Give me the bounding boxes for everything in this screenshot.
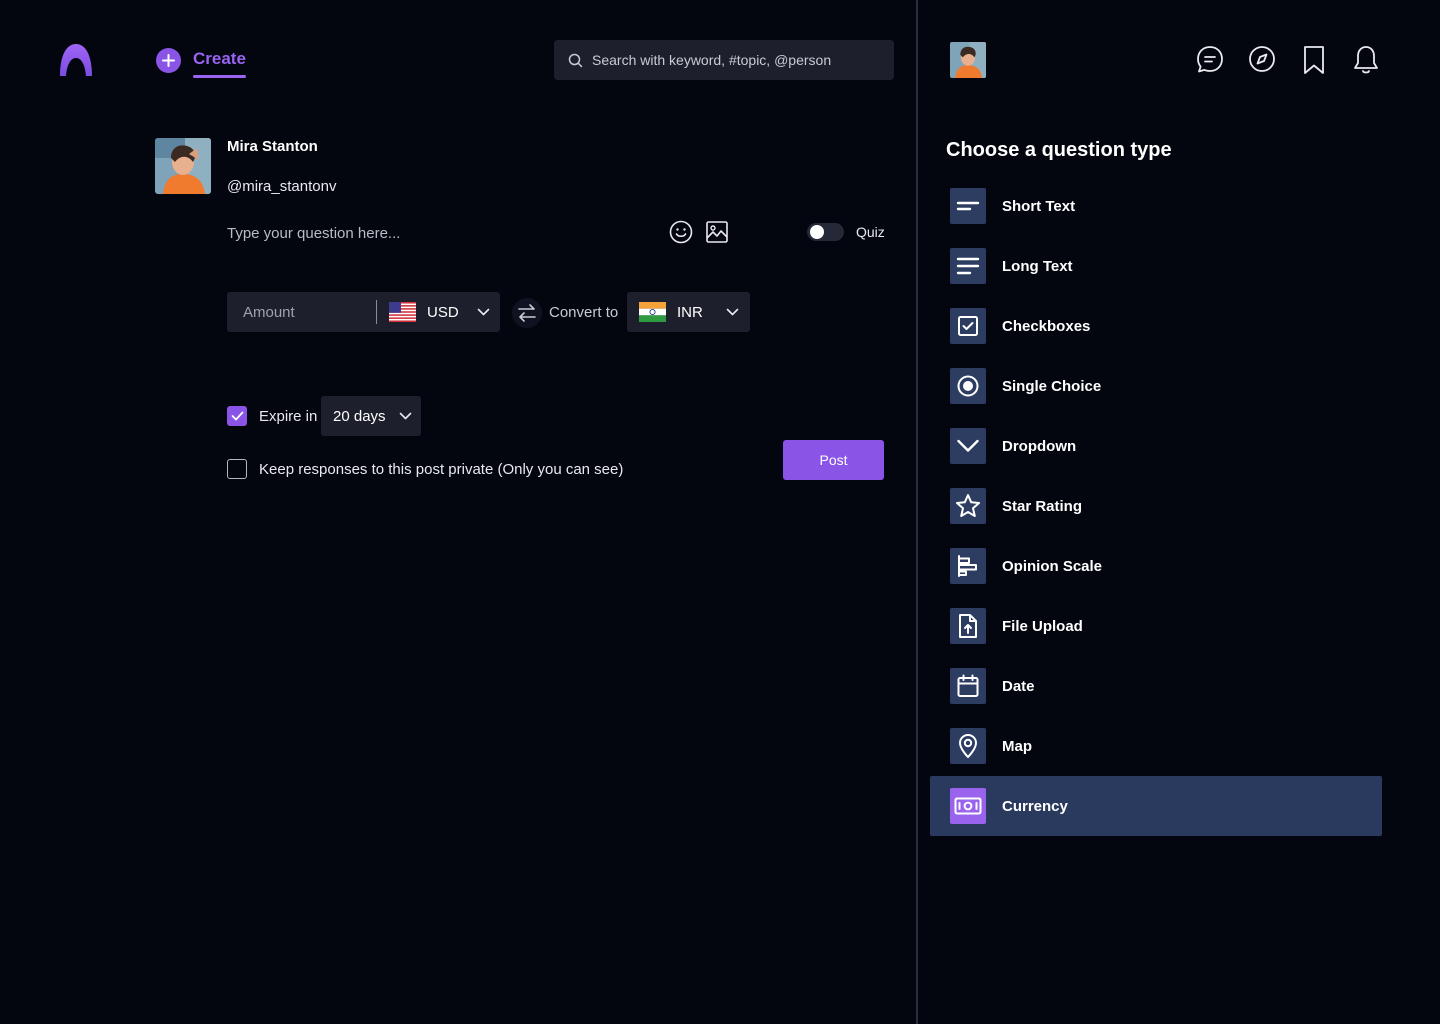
us-flag-icon	[389, 302, 416, 322]
user-handle: @mira_stantonv	[227, 178, 337, 195]
question-type-label: File Upload	[1002, 617, 1083, 635]
expire-days-value: 20 days	[333, 407, 386, 425]
chevron-down-icon	[477, 308, 490, 316]
question-type-list: Short Text Long Text Checkboxes Single C…	[930, 176, 1382, 836]
question-type-label: Long Text	[1002, 257, 1073, 275]
question-type-label: Currency	[1002, 797, 1068, 815]
bell-icon[interactable]	[1352, 44, 1380, 76]
amount-input[interactable]	[243, 292, 373, 332]
question-type-opinion-scale[interactable]: Opinion Scale	[930, 536, 1382, 596]
user-name: Mira Stanton	[227, 138, 318, 155]
currency-icon	[950, 788, 986, 824]
messages-icon[interactable]	[1196, 44, 1224, 76]
map-pin-icon	[950, 728, 986, 764]
convert-to-label: Convert to	[549, 304, 619, 321]
to-currency-inner: INR	[639, 302, 739, 322]
plus-icon	[156, 48, 181, 73]
chevron-down-icon	[726, 308, 739, 316]
user-avatar[interactable]	[155, 138, 211, 194]
expire-checkbox[interactable]	[227, 406, 247, 426]
question-type-currency[interactable]: Currency	[930, 776, 1382, 836]
star-icon	[950, 488, 986, 524]
panel-divider	[916, 0, 918, 1024]
question-type-label: Short Text	[1002, 197, 1076, 215]
question-type-single-choice[interactable]: Single Choice	[930, 356, 1382, 416]
question-type-checkboxes[interactable]: Checkboxes	[930, 296, 1382, 356]
radio-icon	[950, 368, 986, 404]
post-button[interactable]: Post	[783, 440, 884, 480]
question-type-dropdown[interactable]: Dropdown	[930, 416, 1382, 476]
question-type-label: Checkboxes	[1002, 317, 1091, 335]
search-icon	[568, 53, 583, 68]
question-type-title: Choose a question type	[946, 139, 1172, 161]
question-type-label: Opinion Scale	[1002, 557, 1103, 575]
quiz-label: Quiz	[856, 224, 885, 240]
amount-separator	[376, 300, 377, 324]
question-input[interactable]	[227, 222, 647, 244]
question-type-label: Date	[1002, 677, 1035, 695]
question-type-short-text[interactable]: Short Text	[930, 176, 1382, 236]
profile-avatar[interactable]	[950, 42, 986, 78]
question-type-date[interactable]: Date	[930, 656, 1382, 716]
scale-icon	[950, 548, 986, 584]
quiz-toggle[interactable]	[807, 223, 844, 241]
compass-icon[interactable]	[1248, 44, 1276, 76]
swap-icon[interactable]	[512, 298, 542, 328]
from-currency-select[interactable]: USD	[389, 302, 490, 322]
question-type-label: Star Rating	[1002, 497, 1083, 515]
search-input[interactable]	[592, 52, 882, 68]
private-checkbox[interactable]	[227, 459, 247, 479]
search-bar[interactable]	[554, 40, 894, 80]
india-flag-icon	[639, 302, 666, 322]
amount-field-group: USD	[227, 292, 500, 332]
bookmark-icon[interactable]	[1302, 44, 1326, 76]
expire-days-select[interactable]: 20 days	[321, 396, 421, 436]
question-type-long-text[interactable]: Long Text	[930, 236, 1382, 296]
private-label: Keep responses to this post private (Onl…	[259, 461, 624, 478]
question-type-label: Map	[1002, 737, 1032, 755]
expire-label: Expire in	[259, 408, 318, 425]
from-currency-code: USD	[427, 303, 459, 321]
question-type-label: Dropdown	[1002, 437, 1077, 455]
question-type-label: Single Choice	[1002, 377, 1102, 395]
question-type-star-rating[interactable]: Star Rating	[930, 476, 1382, 536]
create-label: Create	[193, 49, 246, 78]
create-button[interactable]: Create	[156, 48, 246, 78]
calendar-icon	[950, 668, 986, 704]
app-logo[interactable]	[58, 42, 94, 78]
file-upload-icon	[950, 608, 986, 644]
to-currency-code: INR	[677, 303, 703, 321]
check-icon	[231, 411, 243, 421]
question-type-file-upload[interactable]: File Upload	[930, 596, 1382, 656]
short-text-icon	[950, 188, 986, 224]
chevron-down-icon	[399, 412, 412, 420]
chevron-down-icon	[950, 428, 986, 464]
checkbox-icon	[950, 308, 986, 344]
question-type-map[interactable]: Map	[930, 716, 1382, 776]
to-currency-select[interactable]: INR	[627, 292, 750, 332]
emoji-icon[interactable]	[668, 219, 694, 245]
image-icon[interactable]	[705, 219, 729, 245]
long-text-icon	[950, 248, 986, 284]
